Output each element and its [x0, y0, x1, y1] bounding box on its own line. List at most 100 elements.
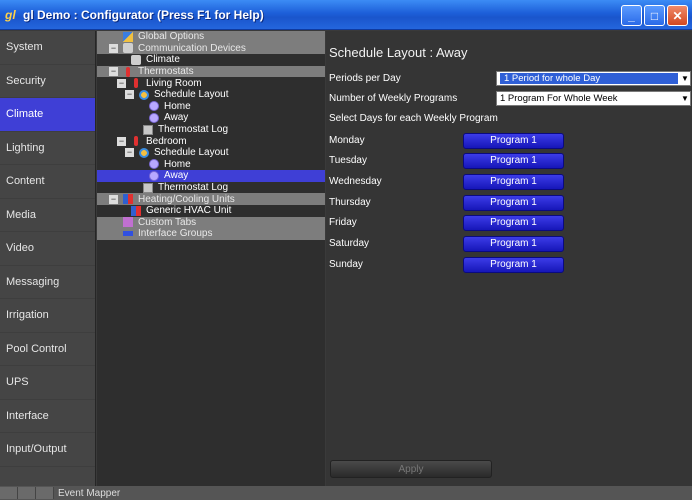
day-row-thursday: Thursday Program 1 [329, 194, 569, 211]
log-icon [143, 124, 153, 135]
collapse-icon[interactable]: − [109, 194, 118, 204]
window-controls: _ □ ✕ [621, 5, 688, 26]
tree-item-home[interactable]: Home [97, 101, 325, 113]
nav-item-climate[interactable]: Climate [0, 98, 95, 132]
close-button[interactable]: ✕ [667, 5, 688, 26]
tree-item-interface-groups[interactable]: Interface Groups [97, 228, 325, 240]
thursday-program-button[interactable]: Program 1 [463, 194, 564, 211]
select-days-label: Select Days for each Weekly Program [329, 113, 498, 124]
day-label: Monday [329, 135, 365, 146]
tree-item-generic-hvac-unit[interactable]: Generic HVAC Unit [97, 205, 325, 217]
global-options-icon [123, 31, 133, 42]
clock-icon [149, 112, 159, 123]
nav-item-lighting[interactable]: Lighting [0, 132, 95, 165]
bottom-tab[interactable] [18, 487, 36, 499]
tree-item-schedule-layout[interactable]: − Schedule Layout [97, 147, 325, 159]
tree-item-living-room[interactable]: − Living Room [97, 77, 325, 89]
bottom-strip: Event Mapper [0, 486, 692, 500]
hvac-icon [131, 205, 141, 216]
tree-item-thermostats[interactable]: − Thermostats [97, 65, 325, 78]
nav-item-messaging[interactable]: Messaging [0, 266, 95, 299]
collapse-icon[interactable]: − [117, 136, 126, 146]
chevron-down-icon[interactable]: ▼ [680, 72, 690, 85]
window-title: gl Demo : Configurator (Press F1 for Hel… [23, 7, 264, 22]
clock-icon [149, 159, 159, 170]
tree-item-bedroom[interactable]: − Bedroom [97, 135, 325, 147]
nav-item-irrigation[interactable]: Irrigation [0, 299, 95, 333]
bottom-tab[interactable] [36, 487, 54, 499]
wednesday-program-button[interactable]: Program 1 [463, 173, 564, 190]
schedule-panel: Schedule Layout : Away Periods per Day 1… [326, 31, 692, 486]
page-title: Schedule Layout : Away [329, 45, 468, 60]
bottom-tab[interactable] [0, 487, 18, 499]
custom-tabs-icon [123, 217, 133, 228]
tree-item-home[interactable]: Home [97, 159, 325, 171]
day-label: Saturday [329, 238, 370, 249]
tree-item-thermostat-log[interactable]: Thermostat Log [97, 124, 325, 136]
nav-item-input-output[interactable]: Input/Output [0, 433, 95, 467]
minimize-button[interactable]: _ [621, 5, 642, 26]
nav-item-security[interactable]: Security [0, 65, 95, 98]
collapse-icon[interactable]: − [125, 90, 134, 100]
day-row-saturday: Saturday Program 1 [329, 235, 569, 252]
tree-item-global-options[interactable]: Global Options [97, 31, 325, 43]
tree-item-heating-cooling-units[interactable]: − Heating/Cooling Units [97, 193, 325, 205]
collapse-icon[interactable]: − [117, 78, 126, 88]
day-row-wednesday: Wednesday Program 1 [329, 173, 569, 190]
day-row-sunday: Sunday Program 1 [329, 256, 569, 273]
tuesday-program-button[interactable]: Program 1 [463, 152, 564, 169]
saturday-program-button[interactable]: Program 1 [463, 235, 564, 252]
apply-button[interactable]: Apply [330, 460, 492, 478]
clock-icon [149, 170, 159, 181]
maximize-button[interactable]: □ [644, 5, 665, 26]
schedule-icon [139, 147, 149, 158]
nav-item-system[interactable]: System [0, 31, 95, 65]
device-tree: Global Options − Communication Devices C… [97, 31, 325, 486]
day-label: Wednesday [329, 176, 382, 187]
monday-program-button[interactable]: Program 1 [463, 132, 564, 149]
nav-item-ups[interactable]: UPS [0, 366, 95, 400]
day-label: Thursday [329, 197, 371, 208]
category-nav: System Security Climate Lighting Content… [0, 31, 96, 500]
log-icon [143, 182, 153, 193]
tree-item-thermostat-log[interactable]: Thermostat Log [97, 182, 325, 194]
hvac-icon [123, 194, 133, 205]
periods-select[interactable]: 1 Period for whole Day ▼ [496, 71, 691, 86]
clock-icon [149, 101, 159, 112]
day-row-tuesday: Tuesday Program 1 [329, 152, 569, 169]
chevron-down-icon[interactable]: ▼ [680, 92, 690, 105]
tree-item-climate[interactable]: Climate [97, 54, 325, 66]
thermostat-icon [126, 66, 130, 77]
collapse-icon[interactable]: − [109, 43, 118, 53]
nav-item-media[interactable]: Media [0, 199, 95, 232]
sunday-program-button[interactable]: Program 1 [463, 256, 564, 273]
nav-item-interface[interactable]: Interface [0, 400, 95, 433]
nav-item-video[interactable]: Video [0, 232, 95, 266]
tree-item-schedule-layout[interactable]: − Schedule Layout [97, 89, 325, 101]
periods-label: Periods per Day [329, 73, 401, 84]
day-row-friday: Friday Program 1 [329, 214, 569, 231]
tree-item-away[interactable]: Away [97, 112, 325, 124]
thermostat-icon [134, 78, 138, 89]
communication-devices-icon [123, 43, 133, 54]
weekly-programs-value: 1 Program For Whole Week [500, 93, 618, 104]
app-logo-icon: gl [5, 7, 16, 22]
collapse-icon[interactable]: − [109, 67, 118, 77]
weekly-programs-select[interactable]: 1 Program For Whole Week ▼ [496, 91, 691, 106]
day-label: Tuesday [329, 155, 367, 166]
tree-item-away-selected[interactable]: Away [97, 170, 325, 182]
weekly-programs-label: Number of Weekly Programs [329, 93, 458, 104]
day-label: Friday [329, 217, 357, 228]
day-row-monday: Monday Program 1 [329, 132, 569, 149]
nav-item-pool-control[interactable]: Pool Control [0, 333, 95, 366]
interface-groups-icon [123, 231, 133, 237]
title-bar: gl gl Demo : Configurator (Press F1 for … [0, 0, 692, 30]
tree-item-custom-tabs[interactable]: Custom Tabs [97, 216, 325, 229]
friday-program-button[interactable]: Program 1 [463, 214, 564, 231]
thermostat-icon [134, 136, 138, 147]
day-label: Sunday [329, 259, 363, 270]
nav-item-content[interactable]: Content [0, 165, 95, 199]
nav-item-event-mapper[interactable]: Event Mapper [58, 488, 120, 499]
collapse-icon[interactable]: − [125, 148, 134, 158]
tree-item-communication-devices[interactable]: − Communication Devices [97, 42, 325, 55]
